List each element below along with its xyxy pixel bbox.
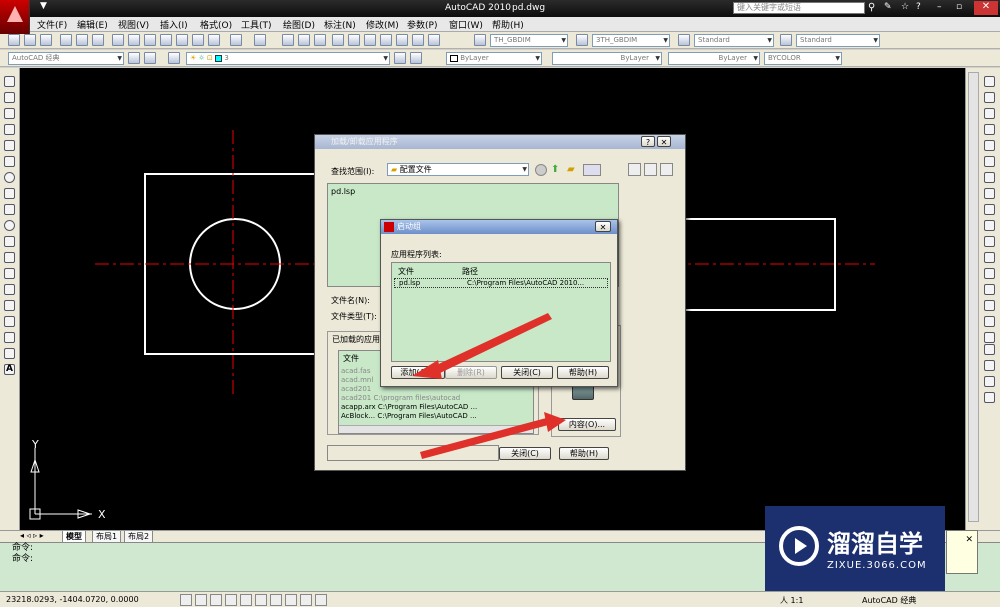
arrow-to-add-head bbox=[412, 360, 442, 379]
application-menu-logo-icon[interactable] bbox=[0, 0, 30, 34]
arrow-to-contents-head bbox=[544, 412, 566, 432]
arrow-to-contents-shaft bbox=[420, 417, 552, 459]
annotation-arrows bbox=[412, 313, 566, 459]
arrow-to-add-shaft bbox=[430, 313, 552, 375]
